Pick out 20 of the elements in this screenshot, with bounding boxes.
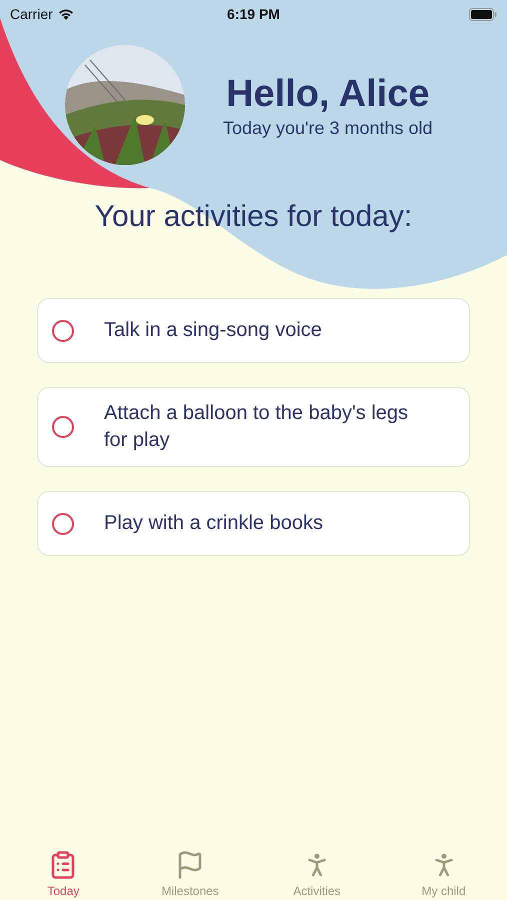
activity-label: Talk in a sing-song voice xyxy=(104,318,322,343)
radio-button[interactable] xyxy=(52,416,74,438)
radio-button[interactable] xyxy=(52,320,74,342)
activity-card[interactable]: Talk in a sing-song voice xyxy=(37,298,470,363)
wifi-icon xyxy=(58,8,74,20)
greeting-title: Hello, Alice xyxy=(226,73,430,116)
section-title: Your activities for today: xyxy=(94,200,414,234)
activity-label: Attach a balloon to the baby's legs for play xyxy=(104,401,410,453)
tab-item[interactable]: Activities xyxy=(262,850,372,898)
clock-time: 6:19 PM xyxy=(227,6,280,22)
battery-icon xyxy=(468,8,497,20)
activity-card[interactable]: Play with a crinkle books xyxy=(37,491,470,556)
tab-item[interactable]: Today xyxy=(8,850,118,898)
tab-item[interactable]: Milestones xyxy=(135,850,246,898)
age-subtitle: Today you're 3 months old xyxy=(223,118,433,139)
tab-item[interactable]: My child xyxy=(388,850,499,898)
radio-button[interactable] xyxy=(52,512,74,534)
activity-label: Play with a crinkle books xyxy=(104,511,323,536)
carrier-label: Carrier xyxy=(10,6,53,22)
activity-card[interactable]: Attach a balloon to the baby's legs for play xyxy=(37,387,470,467)
